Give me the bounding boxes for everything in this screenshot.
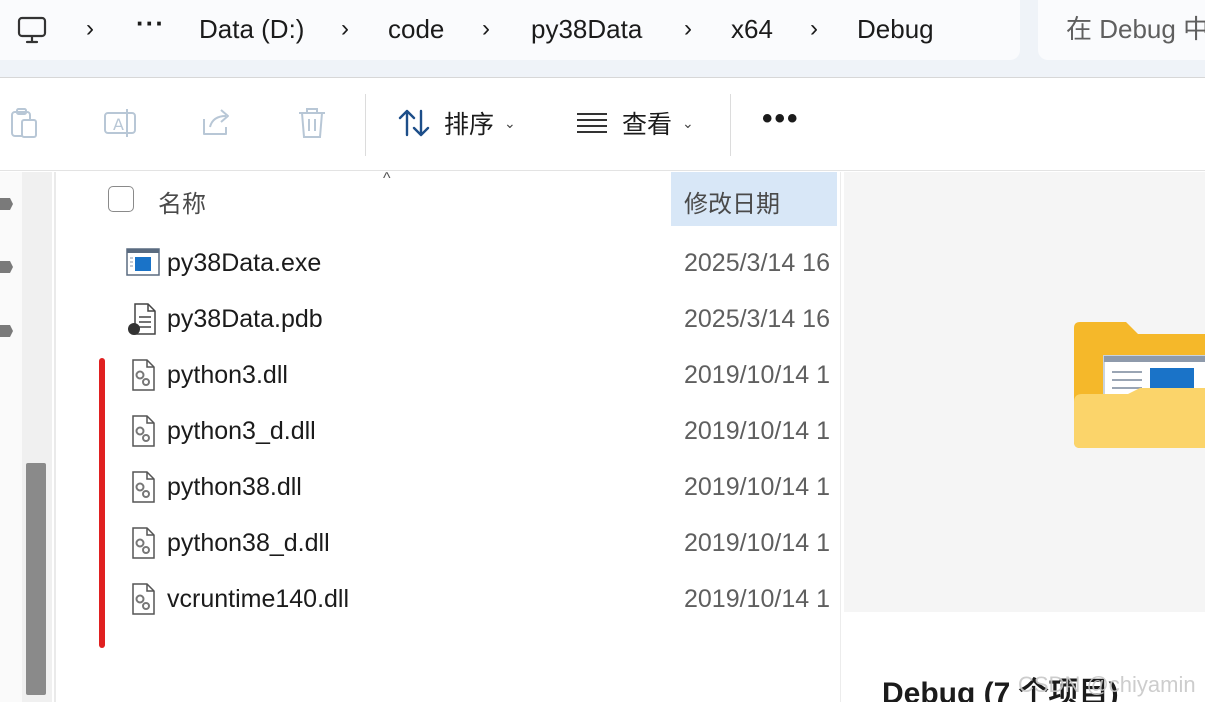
file-date: 2019/10/14 1 xyxy=(684,529,830,557)
command-bar: A 排序 ⌄ 查看 ⌄ xyxy=(0,79,1205,171)
file-row[interactable]: python3.dll 2019/10/14 1 xyxy=(56,348,840,404)
svg-text:A: A xyxy=(113,115,124,134)
folder-preview-icon xyxy=(1074,322,1205,448)
chevron-right-icon[interactable]: › xyxy=(810,14,818,44)
file-name: python3.dll xyxy=(167,361,288,389)
chevron-right-icon[interactable]: › xyxy=(341,14,349,44)
toolbar-divider xyxy=(365,94,366,156)
address-bar-region: › ··· Data (D:) › code › py38Data › x64 … xyxy=(0,0,1205,78)
breadcrumb-x64[interactable]: x64 xyxy=(731,12,773,46)
file-date: 2019/10/14 1 xyxy=(684,361,830,389)
breadcrumb-code[interactable]: code xyxy=(388,12,444,46)
search-box[interactable]: 在 Debug 中 xyxy=(1038,0,1205,60)
file-date: 2019/10/14 1 xyxy=(684,417,830,445)
nav-scrollbar-thumb[interactable] xyxy=(26,463,46,695)
sort-label: 排序 xyxy=(444,111,495,139)
dll-icon xyxy=(132,583,155,615)
file-date: 2019/10/14 1 xyxy=(684,585,830,613)
chevron-right-icon[interactable]: › xyxy=(684,14,692,44)
search-placeholder: 在 Debug 中 xyxy=(1066,14,1205,44)
file-date: 2025/3/14 16 xyxy=(684,305,830,333)
file-name: vcruntime140.dll xyxy=(167,585,350,613)
more-options-button[interactable]: ••• xyxy=(762,104,800,134)
chevron-right-icon[interactable]: › xyxy=(482,14,490,44)
column-header-name[interactable]: 名称 xyxy=(158,184,206,219)
file-name: py38Data.pdb xyxy=(167,305,323,333)
select-all-checkbox[interactable] xyxy=(108,186,134,212)
delete-icon[interactable] xyxy=(294,105,330,141)
pin-icon[interactable] xyxy=(0,196,14,212)
pdb-icon xyxy=(128,303,156,335)
exe-icon xyxy=(126,248,160,276)
chevron-down-icon: ⌄ xyxy=(504,114,516,131)
view-button[interactable]: 查看 ⌄ xyxy=(574,101,694,145)
file-name: python38_d.dll xyxy=(167,529,330,557)
dll-icon xyxy=(132,471,155,503)
file-date: 2025/3/14 16 xyxy=(684,249,830,277)
file-name: python38.dll xyxy=(167,473,302,501)
pin-icon[interactable] xyxy=(0,323,14,339)
breadcrumb-data-drive[interactable]: Data (D:) xyxy=(199,12,304,46)
sort-icon xyxy=(398,109,430,137)
chevron-down-icon: ⌄ xyxy=(682,114,694,131)
column-header-date-label: 修改日期 xyxy=(684,191,780,218)
paste-icon[interactable] xyxy=(6,105,42,141)
chevron-right-icon[interactable]: › xyxy=(86,14,94,44)
file-name: python3_d.dll xyxy=(167,417,316,445)
toolbar-divider xyxy=(730,94,731,156)
view-icon xyxy=(577,113,607,133)
hidden-crumbs-button[interactable]: ··· xyxy=(136,8,165,39)
file-row[interactable]: py38Data.pdb 2025/3/14 16 xyxy=(56,292,840,348)
dll-icon xyxy=(132,415,155,447)
rename-icon[interactable]: A xyxy=(102,105,138,141)
watermark: CSDN @chiyamin xyxy=(1018,672,1196,697)
pin-icon[interactable] xyxy=(0,259,14,275)
file-row[interactable]: vcruntime140.dll 2019/10/14 1 xyxy=(56,572,840,628)
file-date: 2019/10/14 1 xyxy=(684,473,830,501)
annotation-highlight-bar xyxy=(99,358,105,648)
file-name: py38Data.exe xyxy=(167,249,322,277)
file-row[interactable]: python3_d.dll 2019/10/14 1 xyxy=(56,404,840,460)
file-row[interactable]: python38.dll 2019/10/14 1 xyxy=(56,460,840,516)
breadcrumb-py38data[interactable]: py38Data xyxy=(531,12,642,46)
column-header-date[interactable]: 修改日期 xyxy=(671,172,837,226)
file-row[interactable]: python38_d.dll 2019/10/14 1 xyxy=(56,516,840,572)
this-pc-icon[interactable] xyxy=(16,14,48,46)
breadcrumb-debug[interactable]: Debug xyxy=(857,12,934,46)
address-bar[interactable]: › ··· Data (D:) › code › py38Data › x64 … xyxy=(0,0,1020,60)
file-row[interactable]: py38Data.exe 2025/3/14 16 xyxy=(56,236,840,292)
sort-button[interactable]: 排序 ⌄ xyxy=(396,101,516,145)
view-label: 查看 xyxy=(622,111,673,139)
column-header-row: 名称 ^ 修改日期 xyxy=(56,170,840,226)
dll-icon xyxy=(132,527,155,559)
sort-ascending-icon: ^ xyxy=(383,170,391,187)
share-icon[interactable] xyxy=(198,105,234,141)
dll-icon xyxy=(132,359,155,391)
